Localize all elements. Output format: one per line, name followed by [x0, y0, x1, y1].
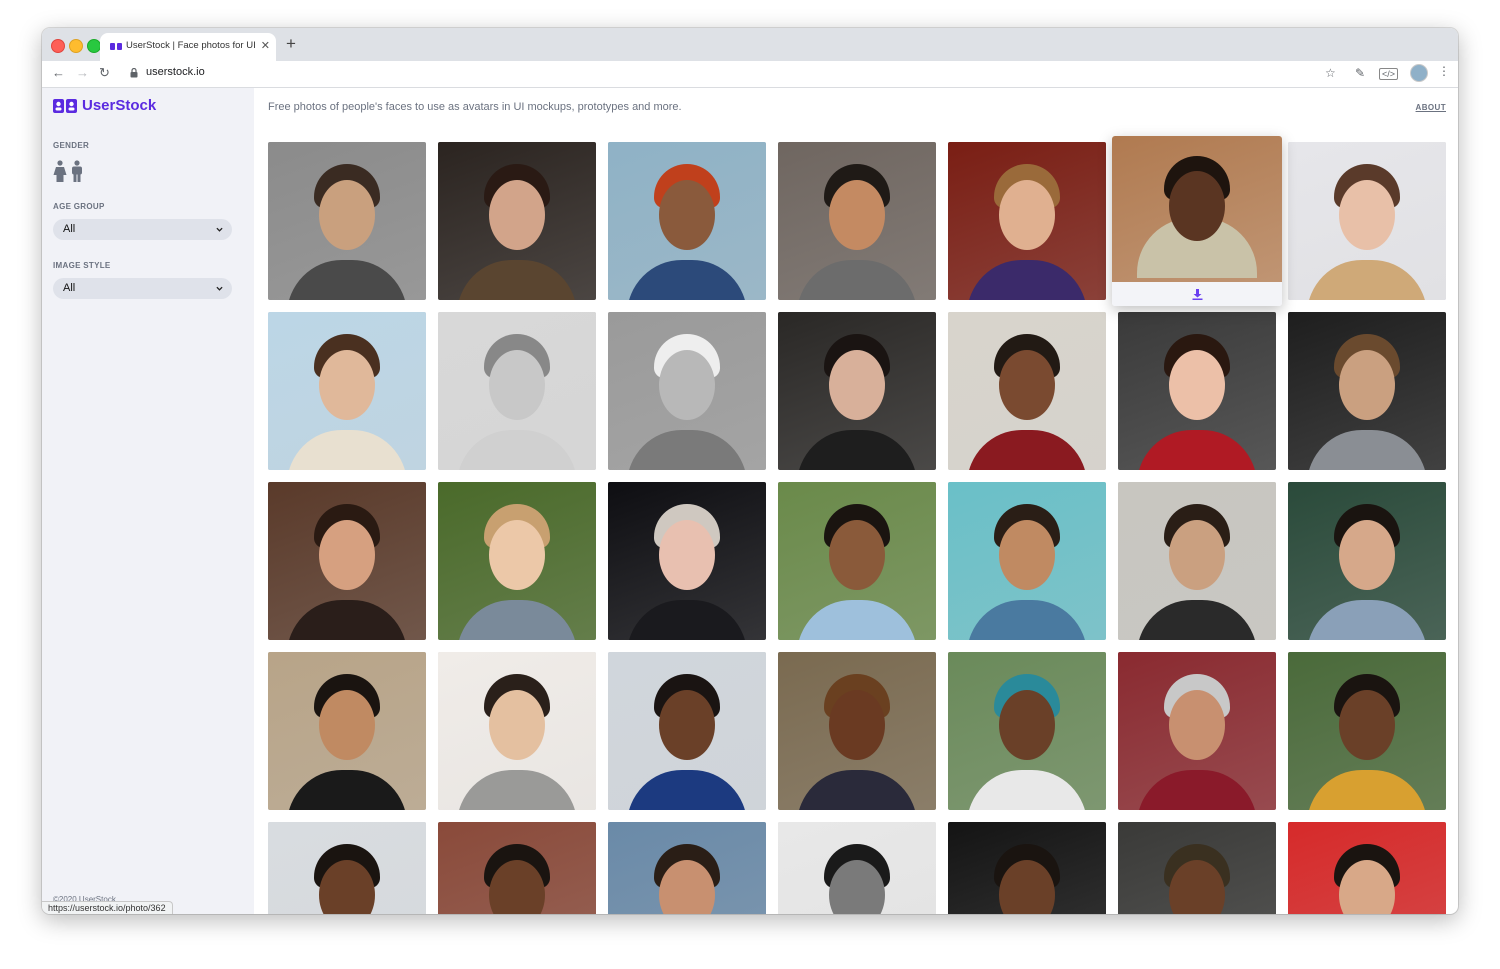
forward-arrow-icon[interactable]: →: [76, 65, 89, 81]
download-bar[interactable]: [1112, 282, 1282, 306]
profile-avatar[interactable]: [1410, 64, 1428, 82]
devtools-extension-icon[interactable]: </>: [1379, 68, 1399, 80]
photo-tile[interactable]: [268, 822, 426, 914]
lock-icon: [130, 68, 138, 78]
browser-menu-icon[interactable]: ⋮: [1438, 64, 1450, 78]
extension-icon[interactable]: ✎: [1355, 66, 1365, 80]
back-arrow-icon[interactable]: ←: [52, 65, 65, 81]
browser-tab[interactable]: UserStock | Face photos for UI ✕: [100, 33, 276, 61]
photo-tile[interactable]: [268, 312, 426, 470]
photo-tile[interactable]: [608, 312, 766, 470]
photo-tile[interactable]: [1288, 822, 1446, 914]
photo-tile[interactable]: [1112, 136, 1282, 306]
photo-tile[interactable]: [268, 142, 426, 300]
photo-tile[interactable]: [778, 312, 936, 470]
address-bar[interactable]: userstock.io: [146, 66, 205, 78]
tab-close-icon[interactable]: ✕: [261, 39, 270, 52]
gender-label: GENDER: [53, 141, 90, 150]
browser-window: UserStock | Face photos for UI ✕ + ← → ↻…: [42, 28, 1458, 914]
tagline: Free photos of people's faces to use as …: [268, 101, 682, 113]
photo-tile[interactable]: [778, 822, 936, 914]
minimize-window-button[interactable]: [69, 39, 83, 53]
photo-tile[interactable]: [1288, 482, 1446, 640]
chevron-down-icon: [216, 286, 223, 291]
photo-tile[interactable]: [1118, 312, 1276, 470]
photo-tile[interactable]: [268, 652, 426, 810]
photo-tile[interactable]: [608, 482, 766, 640]
photo-tile[interactable]: [438, 652, 596, 810]
userstock-logo-icon: [53, 98, 77, 113]
photo-tile[interactable]: [948, 482, 1106, 640]
bookmark-star-icon[interactable]: ☆: [1325, 66, 1336, 80]
age-group-label: AGE GROUP: [53, 202, 105, 211]
sidebar: UserStock GENDER AGE GROUP All IMAGE STY…: [42, 88, 254, 914]
photo-tile[interactable]: [778, 142, 936, 300]
female-icon[interactable]: [53, 160, 67, 182]
image-style-value: All: [63, 282, 76, 294]
age-group-select[interactable]: All: [53, 219, 232, 240]
photo-tile[interactable]: [1288, 652, 1446, 810]
status-bar-url: https://userstock.io/photo/362: [42, 901, 173, 914]
chevron-down-icon: [216, 227, 223, 232]
maximize-window-button[interactable]: [87, 39, 101, 53]
reload-icon[interactable]: ↻: [99, 65, 110, 81]
about-link[interactable]: ABOUT: [1416, 103, 1446, 112]
photo-tile[interactable]: [948, 822, 1106, 914]
photo-tile[interactable]: [948, 652, 1106, 810]
download-icon[interactable]: [1192, 288, 1203, 300]
tab-title: UserStock | Face photos for UI: [126, 40, 256, 51]
image-style-label: IMAGE STYLE: [53, 261, 111, 270]
browser-toolbar: ← → ↻ userstock.io ☆ ✎ </> ⋮: [42, 61, 1458, 88]
photo-tile[interactable]: [438, 482, 596, 640]
photo-tile[interactable]: [1288, 312, 1446, 470]
male-icon[interactable]: [70, 160, 84, 182]
photo-tile[interactable]: [1118, 822, 1276, 914]
age-group-value: All: [63, 223, 76, 235]
photo-tile[interactable]: [948, 142, 1106, 300]
photo-tile[interactable]: [268, 482, 426, 640]
photo-tile[interactable]: [778, 652, 936, 810]
logo[interactable]: UserStock: [53, 97, 156, 114]
image-style-select[interactable]: All: [53, 278, 232, 299]
photo-tile[interactable]: [438, 822, 596, 914]
photo-tile[interactable]: [778, 482, 936, 640]
photo-tile[interactable]: [1288, 142, 1446, 300]
close-window-button[interactable]: [51, 39, 65, 53]
photo-tile[interactable]: [438, 312, 596, 470]
gender-filter: [53, 160, 84, 182]
photo-tile[interactable]: [438, 142, 596, 300]
photo-tile[interactable]: [608, 652, 766, 810]
tab-strip: UserStock | Face photos for UI ✕ +: [42, 28, 1458, 61]
photo-tile[interactable]: [608, 822, 766, 914]
photo-tile[interactable]: [608, 142, 766, 300]
photo-tile[interactable]: [1118, 482, 1276, 640]
userstock-favicon-icon: [110, 43, 122, 50]
new-tab-button[interactable]: +: [286, 34, 296, 54]
photo-tile[interactable]: [1118, 652, 1276, 810]
photo-tile[interactable]: [948, 312, 1106, 470]
logo-text: UserStock: [82, 97, 157, 114]
